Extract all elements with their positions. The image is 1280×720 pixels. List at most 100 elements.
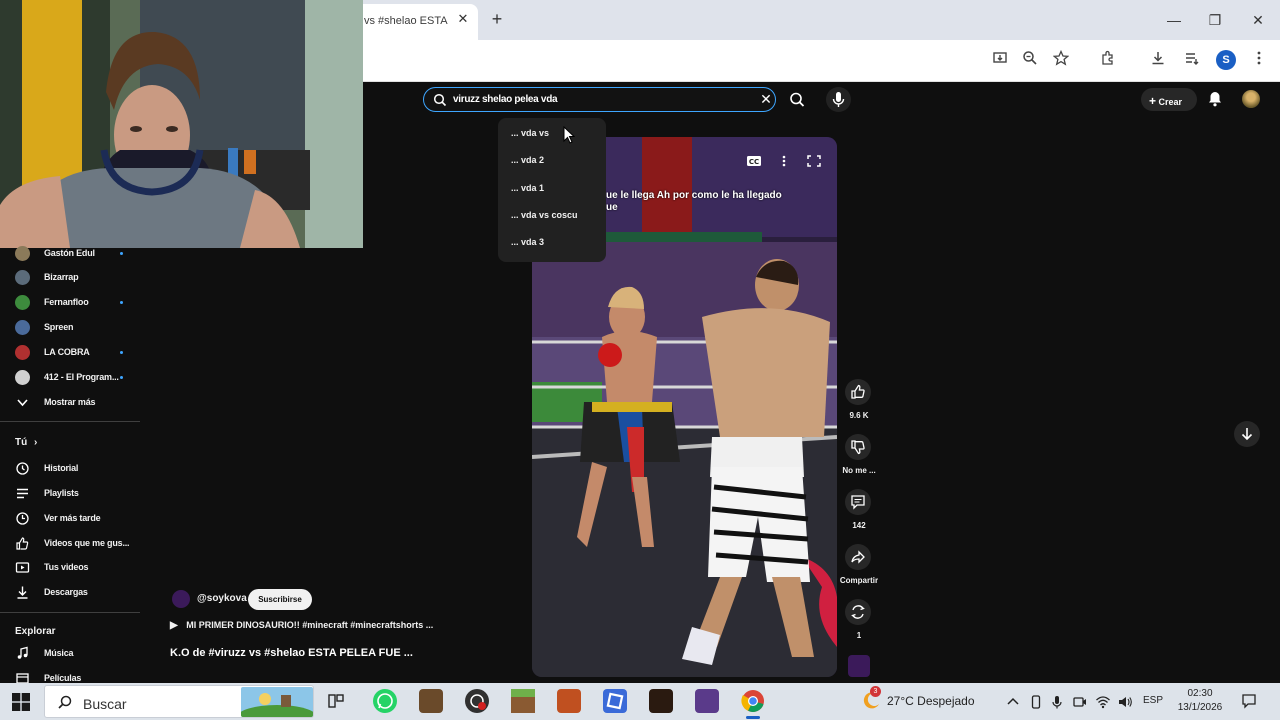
sidebar-sub-412[interactable]: 412 - El Program...	[15, 369, 130, 387]
sidebar-sub-bizarrap[interactable]: Bizarrap	[15, 269, 130, 287]
webcam-overlay	[0, 0, 363, 248]
install-app-icon[interactable]	[990, 50, 1012, 72]
remix-button[interactable]	[845, 599, 871, 625]
windows-start-icon[interactable]	[12, 693, 30, 711]
microphone-icon[interactable]	[1049, 694, 1065, 710]
search-input[interactable]: viruzz shelao pelea vda ✕	[423, 87, 776, 112]
sidebar-sub-fernanfloo[interactable]: Fernanfloo	[15, 294, 130, 312]
create-button[interactable]: + Crear	[1141, 88, 1197, 111]
audio-source-thumbnail[interactable]	[848, 655, 870, 677]
create-label: Crear	[1158, 97, 1183, 107]
new-content-dot	[120, 376, 123, 379]
star-icon[interactable]	[1050, 49, 1072, 72]
new-content-dot	[120, 252, 123, 255]
music-icon	[17, 646, 28, 659]
suggestion-item[interactable]: ... vda 3	[511, 237, 544, 247]
remix-icon	[851, 605, 865, 619]
new-tab-button[interactable]: +	[487, 9, 507, 29]
sidebar-item-label: Tus videos	[44, 562, 89, 572]
webcam-tray-icon[interactable]	[1072, 694, 1088, 710]
extensions-icon[interactable]	[1097, 50, 1119, 72]
comments-button[interactable]	[845, 489, 871, 515]
channel-avatar[interactable]	[172, 590, 190, 608]
minimize-button[interactable]: —	[1164, 10, 1184, 30]
suggestion-item[interactable]: ... vda vs	[511, 128, 549, 138]
volume-icon[interactable]	[1117, 694, 1133, 710]
obs-icon[interactable]	[465, 689, 489, 713]
clock[interactable]: 02:30 13/1/2026	[1172, 687, 1228, 715]
task-view-icon[interactable]	[324, 689, 348, 713]
like-button[interactable]	[845, 379, 871, 405]
sidebar-item-watch-later[interactable]: Ver más tarde	[15, 510, 130, 528]
next-video-button[interactable]	[1234, 421, 1260, 447]
play-icon: ▶	[170, 620, 178, 631]
thumbs-down-icon	[851, 440, 865, 455]
sidebar-sub-la-cobra[interactable]: LA COBRA	[15, 344, 130, 362]
sidebar-item-label: Música	[44, 648, 74, 658]
chevron-up-icon[interactable]	[1005, 694, 1021, 710]
thumbs-up-icon	[851, 384, 865, 399]
captions-icon[interactable]: CC	[746, 154, 762, 168]
suggestion-item[interactable]: ... vda 2	[511, 155, 544, 165]
sidebar-item-liked-videos[interactable]: Videos que me gus...	[15, 535, 130, 553]
restore-button[interactable]: ❐	[1205, 10, 1225, 30]
profile-icon[interactable]: S	[1216, 50, 1236, 70]
webcam-image	[0, 0, 363, 248]
chevron-right-icon: ›	[34, 437, 38, 448]
sidebar-item-label: Playlists	[44, 488, 79, 498]
sidebar-you-heading[interactable]: Tú ›	[15, 437, 37, 448]
clear-search-icon[interactable]: ✕	[758, 91, 774, 107]
minecraft-icon[interactable]	[511, 689, 535, 713]
search-button[interactable]	[784, 87, 810, 112]
sidebar-divider	[0, 421, 140, 422]
chevron-down-icon	[17, 399, 28, 407]
suggestion-item[interactable]: ... vda 1	[511, 183, 544, 193]
taskbar-search[interactable]: Buscar	[44, 685, 314, 718]
channel-avatar	[15, 345, 30, 360]
game-icon-2[interactable]	[557, 689, 581, 713]
related-video-link[interactable]: ▶ MI PRIMER DINOSAURIO!! #minecraft #min…	[170, 620, 433, 631]
fnaf-icon[interactable]	[649, 689, 673, 713]
whatsapp-icon[interactable]	[373, 689, 397, 713]
sidebar-sub-gaston-edul[interactable]: Gastón Edul	[15, 245, 130, 263]
menu-icon[interactable]	[1248, 50, 1270, 72]
close-window-button[interactable]: ✕	[1248, 10, 1268, 30]
roblox-icon[interactable]	[603, 689, 627, 713]
notifications-center-icon[interactable]	[1241, 693, 1257, 709]
video-title[interactable]: K.O de #viruzz vs #shelao ESTA PELEA FUE…	[170, 647, 413, 659]
dislike-button[interactable]	[845, 434, 871, 460]
downloads-icon	[17, 586, 28, 599]
sidebar-sub-spreen[interactable]: Spreen	[15, 319, 130, 337]
sidebar-item-music[interactable]: Música	[15, 645, 130, 663]
voice-search-button[interactable]	[826, 87, 851, 112]
sidebar-item-label: Fernanfloo	[44, 297, 89, 307]
share-button[interactable]	[845, 544, 871, 570]
zoom-icon[interactable]	[1019, 50, 1041, 72]
sidebar-item-downloads[interactable]: Descargas	[15, 584, 130, 602]
reading-list-icon[interactable]	[1181, 50, 1203, 72]
account-avatar[interactable]	[1242, 90, 1260, 108]
sidebar-item-your-videos[interactable]: Tus videos	[15, 559, 130, 577]
game-icon-3[interactable]	[695, 689, 719, 713]
game-icon-1[interactable]	[419, 689, 443, 713]
sidebar-explore-heading: Explorar	[15, 626, 56, 637]
fullscreen-icon[interactable]	[806, 154, 822, 168]
sidebar-item-label: Historial	[44, 463, 79, 473]
more-options-icon[interactable]	[776, 154, 792, 168]
sidebar-show-more[interactable]: Mostrar más	[15, 394, 130, 412]
suggestion-item[interactable]: ... vda vs coscu	[511, 210, 578, 220]
tab-close-icon[interactable]: ✕	[455, 11, 471, 27]
channel-name[interactable]: @soykova	[197, 593, 247, 604]
notifications-icon[interactable]	[1206, 90, 1224, 108]
wifi-icon[interactable]	[1095, 694, 1111, 710]
active-app-indicator	[746, 716, 760, 719]
phone-link-icon[interactable]	[1028, 694, 1044, 710]
dislike-label: No me ...	[842, 466, 876, 475]
chrome-icon[interactable]	[741, 689, 765, 713]
download-icon[interactable]	[1147, 50, 1169, 72]
subscribe-button[interactable]: Suscribirse	[248, 589, 312, 610]
sidebar-item-history[interactable]: Historial	[15, 460, 130, 478]
sidebar-item-playlists[interactable]: Playlists	[15, 485, 130, 503]
weather-text[interactable]: 27°C Despejado	[887, 694, 975, 708]
language-indicator[interactable]: ESP	[1143, 695, 1163, 706]
